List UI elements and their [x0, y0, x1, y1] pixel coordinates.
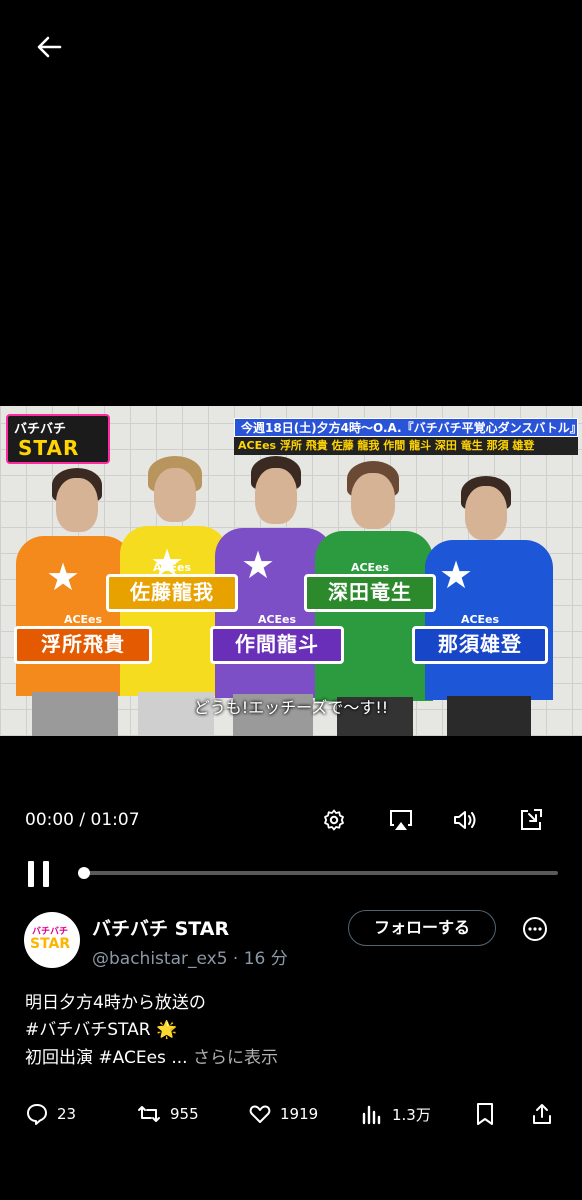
name-tag-group: ACEes: [63, 613, 103, 626]
video-player[interactable]: バチバチ STAR 今週18日(土)夕方4時～O.A.『バチバチ平覚心ダンスバト…: [0, 406, 582, 736]
progress-knob[interactable]: [78, 867, 90, 879]
more-icon: [523, 917, 547, 941]
logo-bottom-text: STAR: [18, 436, 80, 460]
tweet-hashtag-line[interactable]: #バチバチSTAR 🌟: [25, 1015, 177, 1040]
pip-button[interactable]: [518, 808, 542, 832]
more-options-button[interactable]: [520, 914, 550, 944]
repost-icon: [138, 1106, 160, 1122]
video-caption: どうも!エッチーズで〜す!!: [193, 698, 389, 717]
volume-button[interactable]: [452, 808, 476, 832]
bookmark-button[interactable]: [474, 1102, 504, 1126]
views-chart-icon: [362, 1105, 381, 1125]
tweet-line: 明日夕方4時から放送の: [25, 993, 206, 1013]
names-bar: ACEes 浮所 飛貴 佐藤 龍我 作間 龍斗 深田 竜生 那須 雄登: [234, 437, 578, 455]
progress-track[interactable]: [80, 871, 558, 875]
name-tag-label: 浮所飛貴: [41, 632, 125, 656]
show-more-link[interactable]: さらに表示: [193, 1048, 278, 1068]
account-name[interactable]: バチバチ STAR: [92, 914, 229, 941]
pip-icon: [521, 809, 542, 830]
settings-icon: [324, 809, 344, 831]
name-tag-group: ACEes: [152, 561, 192, 574]
views-button[interactable]: 1.3万: [360, 1102, 431, 1126]
reply-icon: [27, 1104, 47, 1125]
name-tag: ACEes 那須雄登: [412, 613, 548, 664]
reply-count: 23: [57, 1105, 77, 1123]
name-tag: ACEes 佐藤龍我: [106, 561, 238, 612]
heart-icon: [249, 1105, 271, 1123]
back-arrow-icon: [37, 36, 62, 58]
tweet-text: 初回出演: [25, 1048, 99, 1068]
pause-icon: [28, 861, 49, 887]
share-icon: [533, 1104, 551, 1124]
volume-icon: [454, 811, 476, 829]
repost-button[interactable]: 955: [136, 1102, 199, 1126]
avatar-logo-bottom: STAR: [30, 936, 71, 952]
airplay-icon: [390, 810, 412, 830]
name-tag-label: 深田竜生: [328, 580, 412, 604]
views-count: 1.3万: [392, 1105, 431, 1124]
logo-top-text: バチバチ: [14, 422, 67, 437]
share-button[interactable]: [530, 1102, 562, 1126]
broadcast-banner: 今週18日(土)夕方4時～O.A.『バチバチ平覚心ダンスバトル』: [234, 418, 578, 437]
account-handle: @bachistar_ex5 · 16 分: [92, 949, 288, 969]
name-tag-label: 作間龍斗: [235, 632, 319, 656]
name-tag: ACEes 深田竜生: [304, 561, 436, 612]
name-tag-label: 佐藤龍我: [130, 580, 214, 604]
avatar[interactable]: バチバチ STAR: [24, 912, 80, 968]
ellipsis: ...: [165, 1048, 193, 1068]
like-count: 1919: [280, 1105, 319, 1123]
playback-time: 00:00 / 01:07: [25, 810, 140, 830]
bookmark-icon: [477, 1103, 493, 1125]
reply-button[interactable]: 23: [25, 1102, 76, 1126]
back-button[interactable]: [34, 32, 64, 62]
airplay-button[interactable]: [388, 808, 412, 832]
name-tag-group: ACEes: [350, 561, 390, 574]
name-tag-label: 那須雄登: [438, 632, 522, 656]
pause-button[interactable]: [26, 860, 52, 888]
settings-button[interactable]: [322, 808, 346, 832]
follow-button[interactable]: フォローする: [348, 910, 496, 946]
show-logo: バチバチ STAR: [6, 414, 110, 464]
name-tag: ACEes 作間龍斗: [210, 613, 344, 664]
tweet-line: 初回出演 #ACEes ... さらに表示: [25, 1043, 278, 1068]
name-tag: ACEes 浮所飛貴: [14, 613, 152, 664]
hashtag-link[interactable]: #ACEes: [98, 1048, 166, 1068]
repost-count: 955: [170, 1105, 199, 1123]
like-button[interactable]: 1919: [248, 1102, 318, 1126]
name-tag-group: ACEes: [460, 613, 500, 626]
name-tag-group: ACEes: [257, 613, 297, 626]
